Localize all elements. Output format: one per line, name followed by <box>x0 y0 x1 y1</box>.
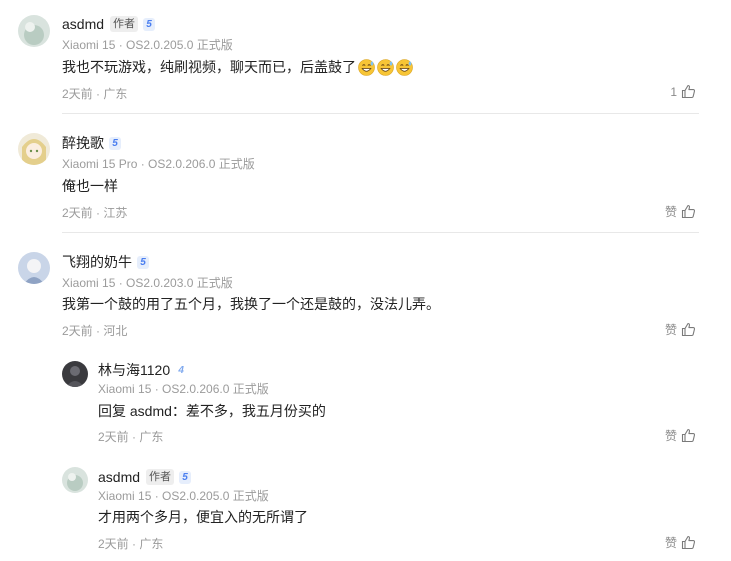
level-badge-icon: 5 <box>137 255 149 269</box>
device-info: Xiaomi 15 · OS2.0.205.0 正式版 <box>62 38 233 52</box>
like-label: 赞 <box>664 536 677 550</box>
name-row: 醉挽歌 5 <box>62 134 121 152</box>
time-location: 2天前 · 河北 <box>62 324 128 338</box>
avatar[interactable] <box>18 252 50 284</box>
avatar[interactable] <box>62 467 88 493</box>
avatar[interactable] <box>18 15 50 47</box>
device-info: Xiaomi 15 Pro · OS2.0.206.0 正式版 <box>62 157 255 171</box>
author-tag: 作者 <box>110 16 139 32</box>
grinning-sweat-emoji-icon <box>358 58 375 76</box>
avatar-image <box>62 361 88 387</box>
comment-text: 回复 asdmd：差不多，我五月份买的 <box>98 403 326 419</box>
like-button[interactable]: 1 <box>670 84 696 99</box>
username[interactable]: 林与海1120 <box>98 360 170 380</box>
username[interactable]: asdmd <box>98 469 140 485</box>
level-badge-icon: 4 <box>175 363 188 377</box>
level-badge-icon: 5 <box>143 17 156 31</box>
username[interactable]: 醉挽歌 <box>62 133 104 153</box>
comment-text: 我第一个鼓的用了五个月，我换了一个还是鼓的，没法儿弄。 <box>62 296 440 312</box>
author-tag: 作者 <box>146 469 175 485</box>
comment-text: 我也不玩游戏，纯刷视频，聊天而已，后盖鼓了 <box>62 57 413 77</box>
device-info: Xiaomi 15 · OS2.0.203.0 正式版 <box>62 276 233 290</box>
time-location: 2天前 · 广东 <box>62 87 128 101</box>
like-label: 赞 <box>664 323 677 337</box>
device-info: Xiaomi 15 · OS2.0.205.0 正式版 <box>98 489 269 503</box>
name-row: asdmd 作者 5 <box>62 15 156 33</box>
like-label: 赞 <box>664 429 677 443</box>
comment-text: 才用两个多月，便宜入的无所谓了 <box>98 509 308 525</box>
thumbs-up-icon <box>681 535 696 550</box>
like-button[interactable]: 赞 <box>665 427 696 444</box>
avatar-image <box>18 15 50 47</box>
username[interactable]: asdmd <box>62 16 104 32</box>
like-label: 赞 <box>664 205 677 219</box>
thumbs-up-icon <box>681 428 696 443</box>
thumbs-up-icon <box>681 204 696 219</box>
comment-text: 俺也一样 <box>62 178 118 194</box>
avatar-image <box>18 133 50 165</box>
thumbs-up-icon <box>681 322 696 337</box>
time-location: 2天前 · 广东 <box>98 537 164 551</box>
like-button[interactable]: 赞 <box>665 321 696 338</box>
avatar[interactable] <box>62 361 88 387</box>
username[interactable]: 飞翔的奶牛 <box>62 252 132 272</box>
name-row: 林与海1120 4 <box>98 360 188 380</box>
grinning-sweat-emoji-icon <box>396 58 413 76</box>
avatar-image <box>62 467 88 493</box>
name-row: asdmd 作者 5 <box>98 468 192 486</box>
name-row: 飞翔的奶牛 5 <box>62 253 149 271</box>
time-location: 2天前 · 江苏 <box>62 206 128 220</box>
comment-text-content: 我也不玩游戏，纯刷视频，聊天而已，后盖鼓了 <box>62 59 356 75</box>
like-button[interactable]: 赞 <box>665 203 696 220</box>
grinning-sweat-emoji-icon <box>377 58 394 76</box>
time-location: 2天前 · 广东 <box>98 430 164 444</box>
avatar-image <box>18 252 50 284</box>
like-button[interactable]: 赞 <box>665 534 696 551</box>
device-info: Xiaomi 15 · OS2.0.206.0 正式版 <box>98 382 269 396</box>
divider <box>62 113 699 114</box>
like-count: 1 <box>670 84 677 99</box>
divider <box>62 232 699 233</box>
level-badge-icon: 5 <box>109 136 121 150</box>
level-badge-icon: 5 <box>179 470 192 484</box>
thumbs-up-icon <box>681 84 696 99</box>
avatar[interactable] <box>18 133 50 165</box>
